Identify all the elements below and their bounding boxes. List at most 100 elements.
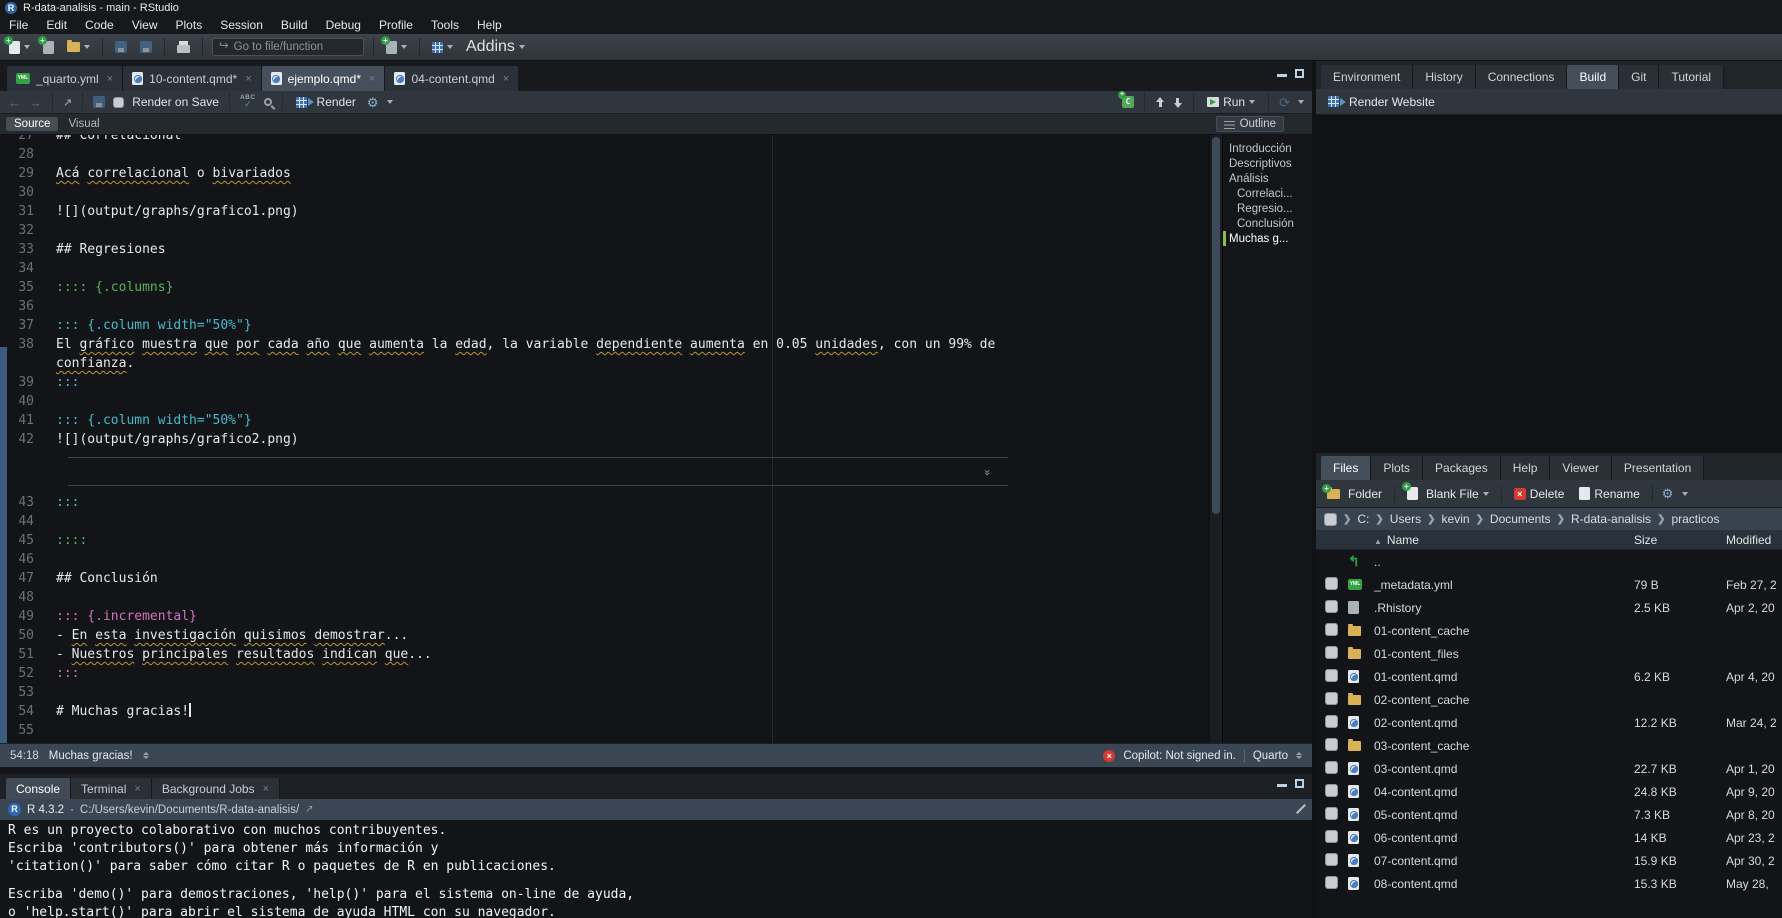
code-line[interactable]: 39::: <box>0 373 1209 392</box>
file-checkbox[interactable] <box>1325 738 1338 751</box>
menu-help[interactable]: Help <box>468 16 511 34</box>
editor-tab-10-contentqmd[interactable]: 10-content.qmd*× <box>123 66 262 91</box>
tab-viewer[interactable]: Viewer <box>1550 456 1611 480</box>
breadcrumb-documents[interactable]: Documents <box>1490 512 1551 526</box>
code-line[interactable]: 45:::: <box>0 531 1209 550</box>
file-row[interactable]: .Rhistory2.5 KBApr 2, 20 <box>1316 596 1782 619</box>
open-file-button[interactable] <box>64 40 93 54</box>
tab-git[interactable]: Git <box>1619 65 1659 89</box>
file-row[interactable]: 03-content.qmd22.7 KBApr 1, 20 <box>1316 757 1782 780</box>
console-tab-terminal[interactable]: Terminal× <box>71 778 152 799</box>
popout-window-icon[interactable]: ↗ <box>63 96 72 109</box>
file-name[interactable]: 01-content_cache <box>1374 624 1634 638</box>
rerun-caret-icon[interactable] <box>1298 100 1304 104</box>
insert-chunk-icon[interactable]: C <box>1122 96 1134 108</box>
header-modified[interactable]: Modified <box>1726 533 1782 547</box>
code-line[interactable]: 29Acá correlacional o bivariados <box>0 164 1209 183</box>
maximize-pane-icon[interactable] <box>1295 69 1304 78</box>
outline-item-regresio[interactable]: Regresio... <box>1223 201 1312 216</box>
file-row[interactable]: 05-content.qmd7.3 KBApr 8, 20 <box>1316 803 1782 826</box>
tab-files[interactable]: Files <box>1321 456 1371 480</box>
file-name[interactable]: _metadata.yml <box>1374 578 1634 592</box>
file-row[interactable]: 02-content_cache <box>1316 688 1782 711</box>
tab-close-icon[interactable]: × <box>134 783 140 795</box>
tab-close-icon[interactable]: × <box>503 73 509 85</box>
file-checkbox[interactable] <box>1325 876 1338 889</box>
file-name[interactable]: 03-content_cache <box>1374 739 1634 753</box>
goto-file-function-input[interactable]: ↪ Go to file/function <box>212 38 364 56</box>
filetype-menu[interactable]: Quarto <box>1253 750 1288 762</box>
code-line[interactable]: 47## Conclusión <box>0 569 1209 588</box>
delete-button[interactable]: × Delete <box>1511 485 1568 503</box>
save-document-icon[interactable] <box>93 96 105 108</box>
header-size[interactable]: Size <box>1634 533 1726 547</box>
file-checkbox[interactable] <box>1325 669 1338 682</box>
file-row[interactable]: 04-content.qmd24.8 KBApr 9, 20 <box>1316 780 1782 803</box>
code-line[interactable]: 33## Regresiones <box>0 240 1209 259</box>
print-button[interactable] <box>174 39 193 55</box>
new-file-button[interactable] <box>6 39 33 56</box>
rerun-icon[interactable]: ⟳ <box>1279 96 1290 109</box>
new-folder-button[interactable]: Folder <box>1324 485 1385 503</box>
breadcrumb-c[interactable]: C: <box>1357 512 1369 526</box>
menu-plots[interactable]: Plots <box>167 16 212 34</box>
section-jump-menu[interactable]: Muchas gracias! <box>49 750 133 762</box>
file-name[interactable]: 01-content_files <box>1374 647 1634 661</box>
addins-button[interactable]: Addins <box>463 36 528 58</box>
file-row[interactable]: 06-content.qmd14 KBApr 23, 2 <box>1316 826 1782 849</box>
file-name[interactable]: 08-content.qmd <box>1374 877 1634 891</box>
run-button[interactable]: Run <box>1204 93 1258 111</box>
tab-build[interactable]: Build <box>1567 65 1619 89</box>
outline-item-muchasg[interactable]: Muchas g... <box>1223 231 1312 246</box>
file-checkbox[interactable] <box>1325 646 1338 659</box>
render-options-caret-icon[interactable] <box>387 100 393 104</box>
file-checkbox[interactable] <box>1325 577 1338 590</box>
files-more-caret-icon[interactable] <box>1682 492 1688 496</box>
console-tab-console[interactable]: Console <box>6 778 71 799</box>
outline-item-conclusin[interactable]: Conclusión <box>1223 216 1312 231</box>
file-row[interactable]: 01-content_files <box>1316 642 1782 665</box>
tab-plots[interactable]: Plots <box>1371 456 1423 480</box>
rename-button[interactable]: Rename <box>1576 485 1642 503</box>
menu-session[interactable]: Session <box>211 16 272 34</box>
render-website-button[interactable]: Render Website <box>1325 93 1438 111</box>
file-name[interactable]: 02-content.qmd <box>1374 716 1634 730</box>
filetype-caret-icon[interactable] <box>1296 752 1302 759</box>
file-name[interactable]: 04-content.qmd <box>1374 785 1634 799</box>
code-line[interactable]: 56 <box>0 740 1209 743</box>
code-line[interactable]: 31![](output/graphs/grafico1.png) <box>0 202 1209 221</box>
file-name[interactable]: 05-content.qmd <box>1374 808 1634 822</box>
file-checkbox[interactable] <box>1325 623 1338 636</box>
file-row[interactable]: ↰.. <box>1316 550 1782 573</box>
code-line[interactable]: 32 <box>0 221 1209 240</box>
render-options-gear-icon[interactable]: ⚙ <box>367 96 379 109</box>
new-project-button[interactable] <box>40 39 57 56</box>
menu-file[interactable]: File <box>0 16 37 34</box>
tab-environment[interactable]: Environment <box>1321 65 1413 89</box>
code-editor[interactable]: 27## Correlacional2829Acá correlacional … <box>0 135 1209 743</box>
outline-toggle-button[interactable]: Outline <box>1216 116 1284 132</box>
menu-view[interactable]: View <box>123 16 167 34</box>
workspace-panes-button[interactable] <box>429 40 456 55</box>
version-control-button[interactable] <box>383 39 410 56</box>
editor-tab-ejemploqmd[interactable]: ejemplo.qmd*× <box>262 66 386 91</box>
file-row[interactable]: 02-content.qmd12.2 KBMar 24, 2 <box>1316 711 1782 734</box>
copilot-status[interactable]: Copilot: Not signed in. <box>1123 750 1236 762</box>
code-line[interactable]: 54# Muchas gracias! <box>0 702 1209 721</box>
section-jump-caret-icon[interactable] <box>143 752 149 759</box>
file-name[interactable]: 02-content_cache <box>1374 693 1634 707</box>
visual-mode-button[interactable]: Visual <box>60 117 107 131</box>
spellcheck-icon[interactable]: ABC✓ <box>240 95 256 110</box>
code-line[interactable]: 27## Correlacional <box>0 135 1209 145</box>
editor-scrollbar[interactable] <box>1209 135 1222 743</box>
fold-chevron-icon[interactable]: » <box>978 469 997 474</box>
code-line[interactable]: 42![](output/graphs/grafico2.png) <box>0 430 1209 449</box>
console-tab-background-jobs[interactable]: Background Jobs× <box>152 778 280 799</box>
code-line[interactable]: 48 <box>0 588 1209 607</box>
menu-build[interactable]: Build <box>272 16 317 34</box>
tab-packages[interactable]: Packages <box>1423 456 1501 480</box>
code-line[interactable]: 44 <box>0 512 1209 531</box>
code-line[interactable]: 43::: <box>0 493 1209 512</box>
pane-divider[interactable] <box>0 767 1312 774</box>
tab-history[interactable]: History <box>1413 65 1475 89</box>
